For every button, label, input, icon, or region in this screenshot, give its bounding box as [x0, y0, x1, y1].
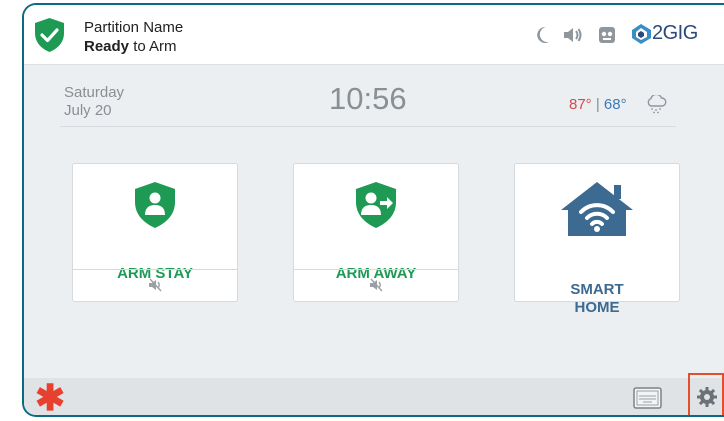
wifi-home-icon	[561, 182, 633, 236]
date-month-day: July 20	[64, 102, 112, 119]
snow-cloud-icon	[647, 95, 667, 114]
header-bar: Partition Name Ready to Arm 2GIG	[24, 5, 724, 65]
temp-separator: |	[591, 96, 604, 113]
date-day: Saturday	[64, 84, 125, 101]
settings-button[interactable]	[688, 373, 724, 415]
shield-user-icon	[135, 182, 175, 228]
shield-check-icon[interactable]	[35, 18, 64, 52]
smart-home-label-line2: HOME	[574, 299, 620, 316]
partition-name: Partition Name	[84, 19, 184, 36]
weather-temps[interactable]: 87° | 68°	[569, 96, 627, 113]
arm-stay-mute-row[interactable]	[73, 269, 237, 301]
info-divider	[60, 126, 676, 127]
brand-logo-icon	[632, 24, 651, 44]
camera-icon[interactable]	[598, 26, 616, 44]
mute-icon	[369, 278, 383, 292]
temp-high: 87°	[569, 96, 592, 113]
smart-home-label-line1: SMART	[570, 281, 624, 298]
panel-screen: Partition Name Ready to Arm 2GIG Saturda…	[22, 3, 724, 417]
speaker-icon[interactable]	[563, 26, 583, 44]
partition-status: Ready to Arm	[84, 38, 177, 55]
arm-away-tile[interactable]: ARM AWAY	[293, 163, 459, 302]
gear-icon	[697, 387, 717, 407]
clock-time: 10:56	[329, 81, 407, 116]
brand-name: 2GIG	[652, 22, 698, 44]
shield-user-exit-icon	[356, 182, 396, 228]
moon-icon[interactable]	[536, 26, 550, 44]
status-rest: to Arm	[129, 38, 177, 55]
bottom-bar: ✱	[24, 373, 724, 416]
mute-icon	[148, 278, 162, 292]
smart-home-tile[interactable]: SMART HOME	[514, 163, 680, 316]
keyboard-icon[interactable]	[633, 387, 662, 409]
arm-away-mute-row[interactable]	[294, 269, 458, 301]
status-bold: Ready	[84, 38, 130, 55]
asterisk-icon[interactable]: ✱	[35, 380, 65, 416]
temp-low: 68°	[603, 96, 627, 113]
arm-stay-tile[interactable]: ARM STAY	[72, 163, 238, 302]
